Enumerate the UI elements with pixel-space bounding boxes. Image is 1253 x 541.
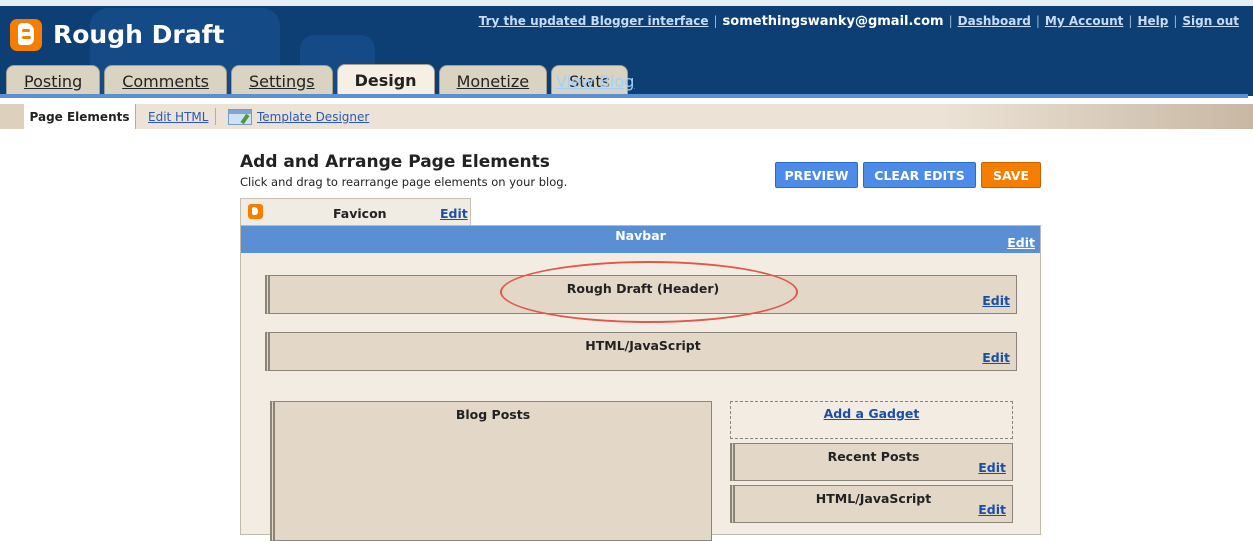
user-email: somethingswanky@gmail.com <box>722 14 944 29</box>
tab-label: Posting <box>24 71 83 91</box>
help-link[interactable]: Help <box>1137 14 1168 28</box>
recent-posts-label: Recent Posts <box>827 449 920 464</box>
html-javascript-label: HTML/JavaScript <box>585 338 701 353</box>
clear-edits-button[interactable]: CLEAR EDITS <box>863 162 976 188</box>
blogger-header: Rough Draft Try the updated Blogger inte… <box>0 0 1253 96</box>
layout-canvas: Navbar Edit Rough Draft (Header) Edit HT… <box>240 225 1041 541</box>
recent-posts-widget[interactable]: Recent Posts Edit <box>730 443 1013 481</box>
navbar-element: Navbar Edit <box>241 226 1040 253</box>
view-blog-link[interactable]: View Blog <box>556 72 634 91</box>
icon-part <box>229 110 251 114</box>
tab-monetize[interactable]: Monetize <box>438 65 548 96</box>
blog-posts-label: Blog Posts <box>455 407 531 422</box>
page-subtitle: Click and drag to rearrange page element… <box>240 175 568 189</box>
separator: | <box>1035 14 1040 28</box>
blogger-logo-stroke <box>22 29 30 32</box>
dashboard-link[interactable]: Dashboard <box>958 14 1031 28</box>
sidebar-html-javascript-widget[interactable]: HTML/JavaScript Edit <box>730 485 1013 523</box>
separator <box>215 108 216 125</box>
design-subnav: Page Elements Edit HTML Template Designe… <box>0 104 1253 129</box>
header-widget-label: Rough Draft (Header) <box>566 281 720 296</box>
tab-label: Design <box>354 71 417 90</box>
add-gadget-link[interactable]: Add a Gadget <box>731 406 1012 421</box>
add-gadget-slot[interactable]: Add a Gadget <box>730 401 1013 439</box>
sign-out-link[interactable]: Sign out <box>1182 14 1239 28</box>
subnav-page-elements[interactable]: Page Elements <box>24 104 136 129</box>
navbar-label: Navbar <box>615 228 666 243</box>
recent-posts-edit-link[interactable]: Edit <box>978 460 1006 475</box>
tab-settings[interactable]: Settings <box>230 65 333 96</box>
sidebar-html-javascript-label: HTML/JavaScript <box>815 491 932 506</box>
header-widget-edit-link[interactable]: Edit <box>982 293 1010 308</box>
separator: | <box>1128 14 1133 28</box>
separator: | <box>713 14 718 28</box>
favicon-element: Favicon Edit <box>240 198 471 225</box>
blogger-logo-icon[interactable] <box>10 19 42 51</box>
blogger-logo-stroke <box>22 36 31 39</box>
blogger-logo-glyph <box>18 23 34 45</box>
icon-part <box>240 113 250 125</box>
tab-posting[interactable]: Posting <box>6 65 101 96</box>
blog-title: Rough Draft <box>53 20 225 49</box>
my-account-link[interactable]: My Account <box>1045 14 1124 28</box>
favicon-edit-link[interactable]: Edit <box>440 206 468 221</box>
blog-posts-widget[interactable]: Blog Posts <box>270 401 712 541</box>
tab-design[interactable]: Design <box>336 64 435 96</box>
sidebar-html-javascript-edit-link[interactable]: Edit <box>978 502 1006 517</box>
save-button[interactable]: SAVE <box>981 162 1041 188</box>
subnav-edit-html[interactable]: Edit HTML <box>148 110 208 124</box>
navbar-edit-link[interactable]: Edit <box>1007 235 1035 250</box>
account-links: Try the updated Blogger interface | someth… <box>479 14 1239 29</box>
header-top-strip <box>0 0 1253 6</box>
tab-label: Settings <box>248 71 315 91</box>
separator: | <box>1173 14 1178 28</box>
separator: | <box>948 14 953 28</box>
blogger-favicon-icon <box>248 204 263 219</box>
html-javascript-edit-link[interactable]: Edit <box>982 350 1010 365</box>
header-widget[interactable]: Rough Draft (Header) Edit <box>265 275 1017 314</box>
try-updated-interface-link[interactable]: Try the updated Blogger interface <box>479 14 709 28</box>
main-tabs: Posting Comments Settings Design Monetiz… <box>6 64 632 96</box>
html-javascript-widget[interactable]: HTML/JavaScript Edit <box>265 332 1017 371</box>
subnav-spacer <box>0 104 24 129</box>
tab-label: Monetize <box>456 71 530 91</box>
tab-comments[interactable]: Comments <box>104 65 227 96</box>
subnav-template-designer[interactable]: Template Designer <box>257 110 369 124</box>
page-title: Add and Arrange Page Elements <box>240 152 550 172</box>
tab-label: Comments <box>122 71 209 91</box>
favicon-label: Favicon <box>333 206 387 221</box>
template-designer-icon[interactable] <box>228 109 252 125</box>
tab-underline <box>0 94 1248 98</box>
preview-button[interactable]: PREVIEW <box>775 162 858 188</box>
